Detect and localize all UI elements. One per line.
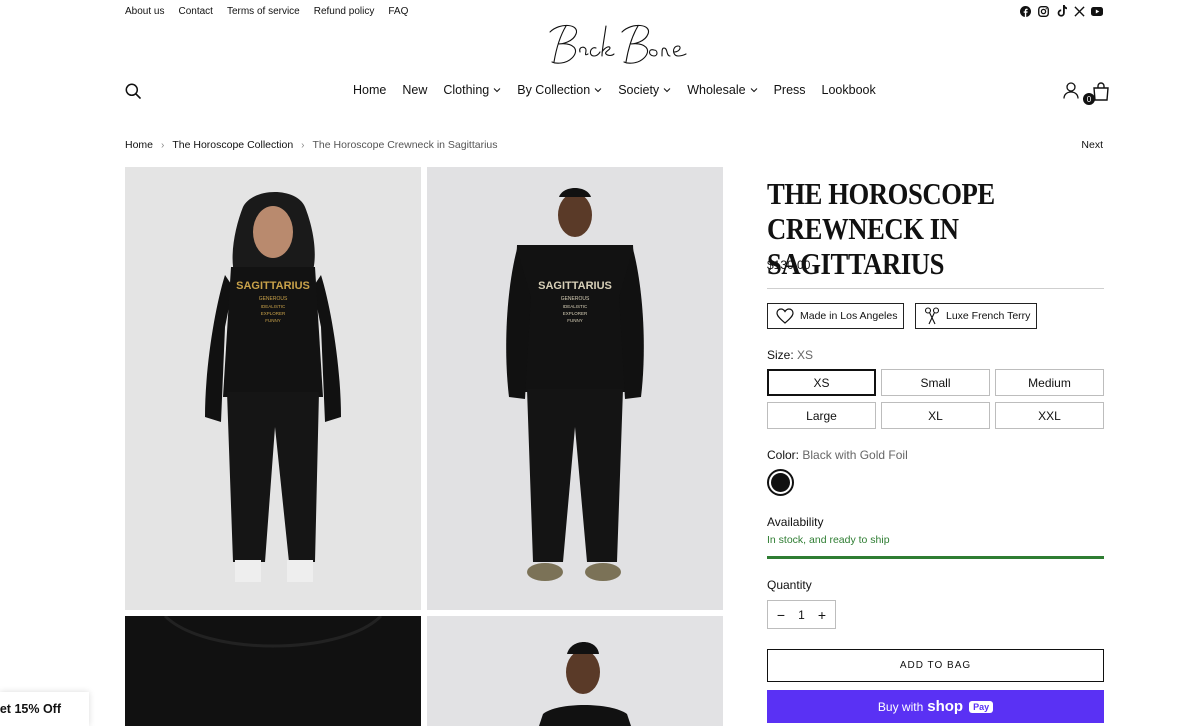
nav-press-label: Press (773, 83, 806, 97)
swatch-dot (771, 473, 790, 492)
stock-status: In stock, and ready to ship (767, 534, 890, 546)
nav-wholesale-label: Wholesale (687, 83, 746, 97)
nav-wholesale[interactable]: Wholesale (687, 83, 757, 97)
size-option-xs[interactable]: XS (767, 369, 876, 396)
product-photo-detail[interactable] (125, 616, 421, 726)
nav-lookbook[interactable]: Lookbook (822, 83, 876, 97)
svg-text:EXPLORER: EXPLORER (261, 311, 286, 316)
account-icon[interactable] (1063, 82, 1079, 99)
chevron-down-icon (594, 88, 602, 93)
chevron-right-icon: › (301, 139, 305, 151)
size-label-text: Size: (767, 348, 794, 362)
color-swatch-black[interactable] (767, 469, 794, 496)
product-title: The Horoscope Crewneck in Sagittarius (767, 176, 995, 281)
nav-lookbook-label: Lookbook (821, 83, 876, 97)
increase-quantity-button[interactable]: + (815, 607, 829, 623)
breadcrumb-collection[interactable]: The Horoscope Collection (172, 139, 293, 151)
stock-bar (767, 556, 1104, 559)
nav-society-label: Society (618, 83, 660, 97)
product-price: $130.00 (767, 258, 811, 272)
nav-clothing[interactable]: Clothing (443, 83, 501, 97)
sweatshirt-print-text: SAGITTARIUS (236, 280, 310, 292)
nav-new-label: New (402, 83, 428, 97)
nav-by-collection[interactable]: By Collection (517, 83, 602, 97)
buy-with-label: Buy with (877, 699, 924, 714)
availability-label: Availability (767, 515, 824, 529)
breadcrumb: Home › The Horoscope Collection › The Ho… (125, 139, 498, 151)
backbone-logo[interactable] (540, 16, 690, 76)
discount-popup-tab[interactable]: et 15% Off (0, 692, 89, 726)
svg-text:FUNNY: FUNNY (567, 318, 583, 323)
next-product-link[interactable]: Next (1081, 139, 1103, 151)
svg-text:FUNNY: FUNNY (265, 318, 281, 323)
main-nav: Home New Clothing By Collection Society … (353, 83, 876, 97)
svg-text:IDEALISTIC: IDEALISTIC (261, 304, 286, 309)
nav-home-label: Home (353, 83, 387, 97)
heart-icon (776, 308, 794, 324)
quantity-label: Quantity (767, 578, 812, 592)
social-icons (1019, 5, 1103, 17)
nav-society[interactable]: Society (618, 83, 671, 97)
faq-link[interactable]: FAQ (388, 6, 408, 17)
chevron-down-icon (750, 88, 757, 93)
quantity-stepper: − 1 + (767, 600, 836, 629)
decrease-quantity-button[interactable]: − (774, 607, 788, 623)
color-label: Color: Black with Gold Foil (767, 448, 908, 462)
nav-by-collection-label: By Collection (517, 83, 591, 97)
shop-logo: shop (927, 698, 964, 715)
chevron-down-icon (493, 88, 501, 93)
size-option-xxl[interactable]: XXL (995, 402, 1104, 429)
size-option-large[interactable]: Large (767, 402, 876, 429)
chevron-down-icon (663, 88, 671, 93)
tiktok-icon[interactable] (1055, 5, 1067, 17)
add-to-bag-button[interactable]: ADD TO BAG (767, 649, 1104, 682)
contact-link[interactable]: Contact (178, 6, 212, 17)
size-option-medium[interactable]: Medium (995, 369, 1104, 396)
breadcrumb-current: The Horoscope Crewneck in Sagittarius (312, 139, 498, 151)
divider (767, 288, 1104, 289)
feature-badge-french-terry: Luxe French Terry (915, 303, 1038, 329)
pay-badge: Pay (969, 700, 994, 713)
terms-link[interactable]: Terms of service (227, 6, 300, 17)
nav-home[interactable]: Home (353, 83, 386, 97)
scissors-icon (924, 307, 940, 325)
product-photo-woman[interactable]: SAGITTARIUS GENEROUS IDEALISTIC EXPLORER… (125, 167, 421, 610)
product-photo-man[interactable]: SAGITTARIUS GENEROUS IDEALISTIC EXPLORER… (427, 167, 723, 610)
size-value: XS (797, 348, 814, 362)
svg-text:GENEROUS: GENEROUS (561, 296, 590, 302)
utility-links: About us Contact Terms of service Refund… (125, 6, 408, 17)
svg-text:SAGITTARIUS: SAGITTARIUS (538, 280, 612, 292)
svg-text:GENEROUS: GENEROUS (259, 296, 288, 302)
about-us-link[interactable]: About us (125, 6, 164, 17)
color-label-text: Color: (767, 448, 800, 462)
nav-new[interactable]: New (402, 83, 427, 97)
size-label: Size: XS (767, 348, 813, 362)
feature-badge-made-in-la: Made in Los Angeles (767, 303, 905, 329)
refund-policy-link[interactable]: Refund policy (314, 6, 375, 17)
color-value: Black with Gold Foil (802, 448, 908, 462)
quantity-value[interactable]: 1 (798, 608, 805, 622)
breadcrumb-home[interactable]: Home (125, 139, 153, 151)
product-photo-side[interactable] (427, 616, 723, 726)
feature-label: Made in Los Angeles (800, 310, 898, 322)
x-icon[interactable] (1073, 5, 1085, 17)
facebook-icon[interactable] (1019, 5, 1031, 17)
size-option-xl[interactable]: XL (881, 402, 990, 429)
svg-text:IDEALISTIC: IDEALISTIC (563, 304, 588, 309)
feature-label: Luxe French Terry (946, 310, 1031, 322)
nav-press[interactable]: Press (774, 83, 806, 97)
search-icon[interactable] (125, 83, 141, 99)
nav-clothing-label: Clothing (443, 83, 490, 97)
chevron-right-icon: › (161, 139, 165, 151)
size-option-small[interactable]: Small (881, 369, 990, 396)
youtube-icon[interactable] (1091, 5, 1103, 17)
svg-text:EXPLORER: EXPLORER (563, 311, 588, 316)
buy-with-shop-pay-button[interactable]: Buy with shop Pay (767, 690, 1104, 723)
bag-count-badge: 0 (1083, 93, 1095, 105)
instagram-icon[interactable] (1037, 5, 1049, 17)
